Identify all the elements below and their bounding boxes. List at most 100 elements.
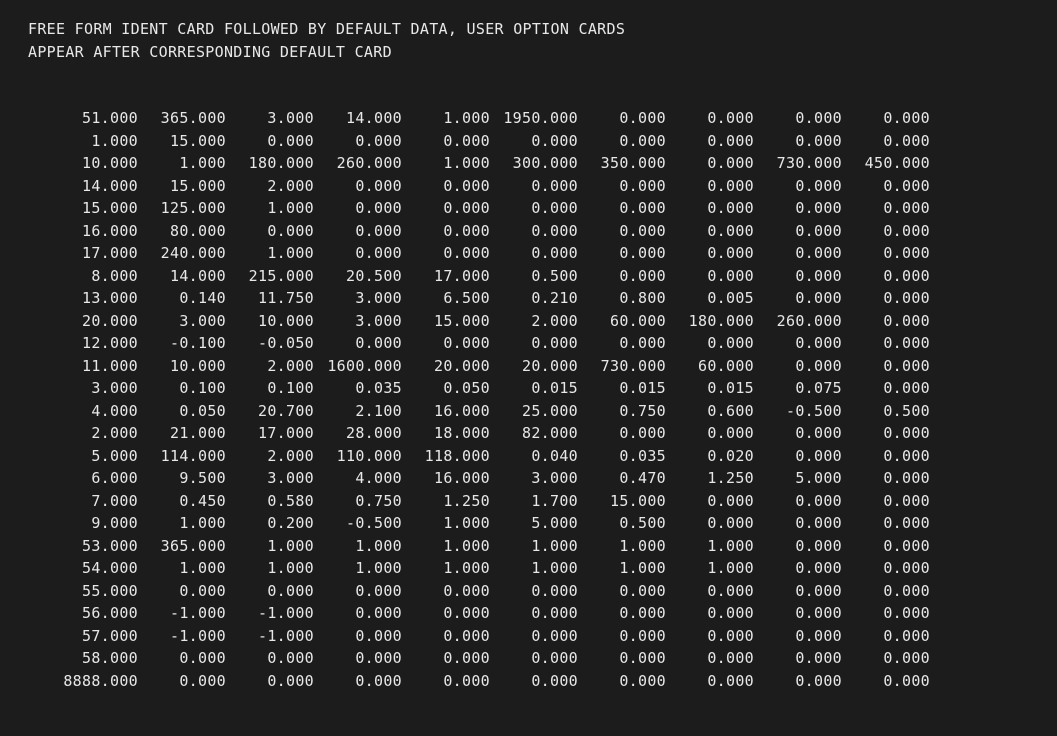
table-cell: 0.000 <box>490 670 578 693</box>
table-cell: 0.140 <box>138 287 226 310</box>
table-cell: 730.000 <box>578 355 666 378</box>
table-cell: 0.000 <box>578 265 666 288</box>
table-cell: 0.000 <box>666 332 754 355</box>
table-cell: 0.000 <box>138 647 226 670</box>
table-cell: 0.000 <box>578 107 666 130</box>
table-cell: 1.000 <box>402 152 490 175</box>
table-cell: 0.000 <box>578 175 666 198</box>
table-cell: 25.000 <box>490 400 578 423</box>
table-cell: 0.000 <box>314 625 402 648</box>
table-cell: -0.500 <box>314 512 402 535</box>
table-cell: 0.000 <box>666 242 754 265</box>
table-cell: 2.000 <box>50 422 138 445</box>
table-cell: 0.000 <box>666 265 754 288</box>
table-cell: 0.000 <box>754 287 842 310</box>
table-cell: 1.000 <box>226 242 314 265</box>
table-cell: 0.000 <box>754 512 842 535</box>
table-row: 16.00080.0000.0000.0000.0000.0000.0000.0… <box>50 220 1057 243</box>
table-row: 11.00010.0002.0001600.00020.00020.000730… <box>50 355 1057 378</box>
table-cell: 17.000 <box>226 422 314 445</box>
table-cell: 3.000 <box>314 287 402 310</box>
table-cell: 0.000 <box>842 490 930 513</box>
data-table: 51.000365.0003.00014.0001.0001950.0000.0… <box>50 107 1057 692</box>
table-cell: 0.015 <box>578 377 666 400</box>
table-cell: 215.000 <box>226 265 314 288</box>
table-cell: 0.500 <box>490 265 578 288</box>
table-cell: 1600.000 <box>314 355 402 378</box>
table-cell: 5.000 <box>490 512 578 535</box>
table-cell: 0.000 <box>314 602 402 625</box>
table-cell: 0.000 <box>666 580 754 603</box>
table-cell: 0.000 <box>578 197 666 220</box>
table-cell: 0.000 <box>490 130 578 153</box>
table-cell: 10.000 <box>50 152 138 175</box>
table-cell: 2.100 <box>314 400 402 423</box>
table-cell: 1950.000 <box>490 107 578 130</box>
table-cell: 365.000 <box>138 535 226 558</box>
table-cell: 11.750 <box>226 287 314 310</box>
table-cell: 0.000 <box>754 242 842 265</box>
table-cell: -1.000 <box>138 602 226 625</box>
table-cell: 1.000 <box>402 535 490 558</box>
header-line-1: FREE FORM IDENT CARD FOLLOWED BY DEFAULT… <box>28 18 1057 41</box>
table-row: 56.000-1.000-1.0000.0000.0000.0000.0000.… <box>50 602 1057 625</box>
table-cell: 0.000 <box>402 647 490 670</box>
table-cell: 0.750 <box>578 400 666 423</box>
table-cell: 0.000 <box>402 130 490 153</box>
header-line-2: APPEAR AFTER CORRESPONDING DEFAULT CARD <box>28 41 1057 64</box>
table-cell: 0.000 <box>754 130 842 153</box>
table-cell: 300.000 <box>490 152 578 175</box>
table-cell: 0.000 <box>754 220 842 243</box>
table-cell: 1.000 <box>50 130 138 153</box>
table-cell: 16.000 <box>402 467 490 490</box>
table-cell: 20.500 <box>314 265 402 288</box>
table-cell: -1.000 <box>138 625 226 648</box>
table-cell: 0.000 <box>402 670 490 693</box>
table-cell: 1.000 <box>138 557 226 580</box>
table-row: 9.0001.0000.200-0.5001.0005.0000.5000.00… <box>50 512 1057 535</box>
table-cell: 730.000 <box>754 152 842 175</box>
table-cell: 0.000 <box>842 242 930 265</box>
table-cell: 0.000 <box>666 422 754 445</box>
table-cell: 0.000 <box>490 332 578 355</box>
table-cell: 0.000 <box>578 422 666 445</box>
table-cell: 0.005 <box>666 287 754 310</box>
table-cell: 240.000 <box>138 242 226 265</box>
table-cell: 20.000 <box>50 310 138 333</box>
table-cell: 0.000 <box>666 197 754 220</box>
table-cell: 0.000 <box>402 332 490 355</box>
table-cell: 8.000 <box>50 265 138 288</box>
table-cell: 80.000 <box>138 220 226 243</box>
table-cell: 0.000 <box>578 602 666 625</box>
table-cell: 3.000 <box>138 310 226 333</box>
table-row: 3.0000.1000.1000.0350.0500.0150.0150.015… <box>50 377 1057 400</box>
table-cell: 60.000 <box>578 310 666 333</box>
table-cell: 0.470 <box>578 467 666 490</box>
table-cell: 0.000 <box>314 130 402 153</box>
table-cell: 0.000 <box>842 130 930 153</box>
table-cell: 110.000 <box>314 445 402 468</box>
table-cell: 350.000 <box>578 152 666 175</box>
table-cell: 18.000 <box>402 422 490 445</box>
table-cell: 0.000 <box>842 580 930 603</box>
table-cell: 20.700 <box>226 400 314 423</box>
table-row: 55.0000.0000.0000.0000.0000.0000.0000.00… <box>50 580 1057 603</box>
table-cell: 5.000 <box>754 467 842 490</box>
table-cell: 180.000 <box>666 310 754 333</box>
table-row: 6.0009.5003.0004.00016.0003.0000.4701.25… <box>50 467 1057 490</box>
table-cell: 15.000 <box>138 130 226 153</box>
table-cell: 0.000 <box>578 130 666 153</box>
table-cell: 0.000 <box>754 422 842 445</box>
table-cell: 0.000 <box>842 355 930 378</box>
table-cell: 0.015 <box>490 377 578 400</box>
table-cell: 13.000 <box>50 287 138 310</box>
table-cell: 0.000 <box>842 310 930 333</box>
table-cell: 14.000 <box>138 265 226 288</box>
table-cell: 0.000 <box>666 625 754 648</box>
table-row: 7.0000.4500.5800.7501.2501.70015.0000.00… <box>50 490 1057 513</box>
table-cell: 0.000 <box>842 647 930 670</box>
table-cell: 0.800 <box>578 287 666 310</box>
page: FREE FORM IDENT CARD FOLLOWED BY DEFAULT… <box>0 0 1057 692</box>
table-cell: 56.000 <box>50 602 138 625</box>
table-cell: 17.000 <box>402 265 490 288</box>
